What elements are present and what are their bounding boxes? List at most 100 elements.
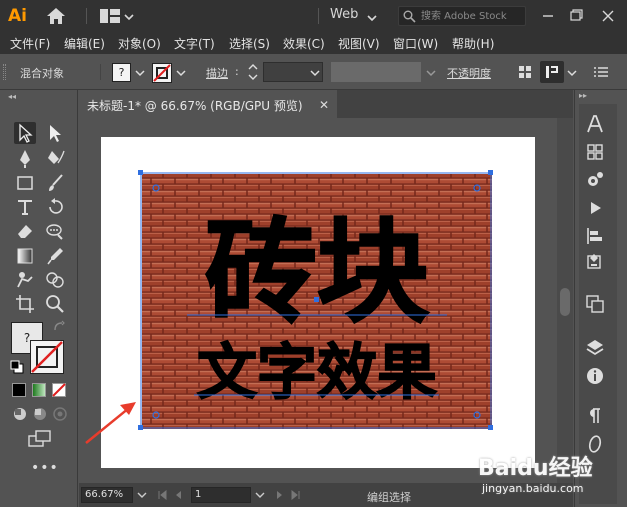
zoom-level-field[interactable]: 66.67% (81, 487, 133, 503)
variable-width-profile[interactable] (331, 62, 421, 82)
color-mode-button[interactable] (12, 383, 26, 397)
eraser-tool[interactable] (14, 220, 36, 242)
menu-edit[interactable]: 编辑(E) (64, 35, 105, 52)
selection-handle[interactable] (488, 170, 493, 175)
first-prev-artboard-icon[interactable] (157, 490, 187, 500)
menu-help[interactable]: 帮助(H) (452, 35, 494, 52)
edit-toolbar-icon[interactable]: ••• (31, 460, 59, 476)
menu-object[interactable]: 对象(O) (118, 35, 161, 52)
close-icon[interactable]: ✕ (319, 98, 329, 112)
layers-panel-icon[interactable] (585, 338, 605, 358)
rectangle-tool[interactable] (14, 172, 36, 194)
eyedropper-tool[interactable] (44, 245, 66, 267)
curvature-tool[interactable] (44, 147, 66, 169)
selection-handle[interactable] (138, 425, 143, 430)
none-mode-button[interactable] (52, 383, 66, 397)
fill-stroke-widget[interactable]: ? (8, 320, 70, 378)
chevron-down-icon[interactable] (135, 68, 145, 78)
menu-window[interactable]: 窗口(W) (393, 35, 438, 52)
shape-builder-tool[interactable] (44, 269, 66, 291)
swap-fill-stroke-icon[interactable] (52, 320, 66, 334)
info-panel-icon[interactable] (585, 366, 605, 386)
chevron-down-icon[interactable] (567, 68, 577, 78)
maximize-icon[interactable] (566, 6, 586, 26)
expand-panels-icon[interactable]: ▸▸ (579, 91, 587, 100)
gradient-tool[interactable] (14, 245, 36, 267)
menu-effect[interactable]: 效果(C) (283, 35, 325, 52)
warp-tool[interactable] (44, 220, 66, 242)
draw-normal-icon[interactable] (12, 406, 28, 422)
baidu-watermark-url: jingyan.baidu.com (482, 482, 584, 495)
subtitle-text[interactable]: 文字效果 (196, 337, 438, 409)
direct-selection-tool[interactable] (44, 122, 66, 144)
menu-select[interactable]: 选择(S) (229, 35, 270, 52)
chevron-down-icon[interactable] (124, 12, 134, 22)
menu-view[interactable]: 视图(V) (338, 35, 380, 52)
type-tool[interactable] (14, 196, 36, 218)
properties-gear-icon[interactable] (585, 170, 605, 190)
opacity-label[interactable]: 不透明度 (447, 65, 491, 81)
tools-panel: ◂◂ ? ••• (0, 90, 78, 507)
minimize-icon[interactable] (538, 6, 558, 26)
artboard-tool[interactable] (14, 293, 36, 315)
draw-inside-icon[interactable] (52, 406, 68, 422)
paintbrush-tool[interactable] (44, 172, 66, 194)
title-text[interactable]: 砖块 (204, 207, 430, 339)
center-point[interactable] (314, 297, 319, 302)
vertical-scrollbar[interactable] (557, 118, 573, 483)
home-icon[interactable] (46, 7, 66, 25)
zoom-tool[interactable] (44, 293, 66, 315)
control-separator (100, 64, 101, 80)
draw-behind-icon[interactable] (32, 406, 48, 422)
menu-file[interactable]: 文件(F) (10, 35, 50, 52)
stroke-label[interactable]: 描边 (206, 65, 228, 81)
selection-handle[interactable] (488, 425, 493, 430)
chevron-down-icon[interactable] (310, 68, 320, 78)
selection-handle[interactable] (138, 170, 143, 175)
align-icon[interactable] (518, 65, 532, 79)
zoom-icon (46, 295, 64, 313)
symbols-panel-icon[interactable] (585, 252, 605, 272)
close-window-icon[interactable] (598, 6, 618, 26)
character-panel-icon[interactable] (585, 114, 605, 134)
pen-tool[interactable] (14, 147, 36, 169)
chevron-down-icon[interactable] (176, 68, 186, 78)
scrollbar-thumb[interactable] (560, 288, 570, 316)
menu-type[interactable]: 文字(T) (174, 35, 215, 52)
align-panel-icon[interactable] (585, 226, 605, 246)
search-input[interactable] (421, 8, 523, 24)
transform-panel-icon[interactable] (585, 294, 605, 314)
document-tab[interactable]: 未标题-1* @ 66.67% (RGB/GPU 预览) ✕ (79, 90, 337, 118)
collapse-panel-icon[interactable]: ◂◂ (8, 92, 16, 101)
artboard-number-field[interactable]: 1 (191, 487, 251, 503)
next-last-artboard-icon[interactable] (271, 490, 301, 500)
stroke-color-box[interactable] (30, 340, 64, 374)
transform-button[interactable] (540, 61, 564, 83)
panel-menu-icon[interactable] (594, 66, 608, 78)
status-mode-text: 编组选择 (367, 491, 411, 504)
rotate-tool[interactable] (44, 196, 66, 218)
screen-mode-icon[interactable] (28, 430, 52, 448)
stroke-none-swatch[interactable] (152, 63, 172, 83)
canvas-area[interactable]: 砖块 文字效果 (79, 118, 557, 483)
paragraph-panel-icon[interactable] (585, 406, 605, 426)
arrange-documents-icon[interactable] (100, 9, 120, 23)
chevron-down-icon[interactable] (426, 68, 436, 78)
chevron-down-icon[interactable] (255, 490, 265, 500)
fill-swatch-glyph: ? (118, 66, 125, 79)
pen-icon (20, 150, 30, 168)
workspace-switcher[interactable]: Web (330, 7, 358, 22)
panel-grip[interactable] (3, 64, 6, 80)
fill-swatch[interactable]: ? (112, 63, 131, 82)
actions-play-icon[interactable] (585, 198, 605, 218)
libraries-panel-icon[interactable] (585, 142, 605, 162)
stroke-weight-stepper[interactable] (246, 62, 260, 82)
gradient-mode-button[interactable] (32, 383, 46, 397)
default-fill-stroke-icon[interactable] (10, 360, 24, 374)
selection-tool[interactable] (14, 122, 36, 144)
chevron-down-icon[interactable] (137, 490, 147, 500)
brick-text-artwork[interactable]: 砖块 文字效果 (79, 118, 557, 483)
chevron-down-icon[interactable] (367, 13, 377, 23)
puppet-warp-tool[interactable] (14, 269, 36, 291)
stock-search-box[interactable] (398, 6, 526, 26)
